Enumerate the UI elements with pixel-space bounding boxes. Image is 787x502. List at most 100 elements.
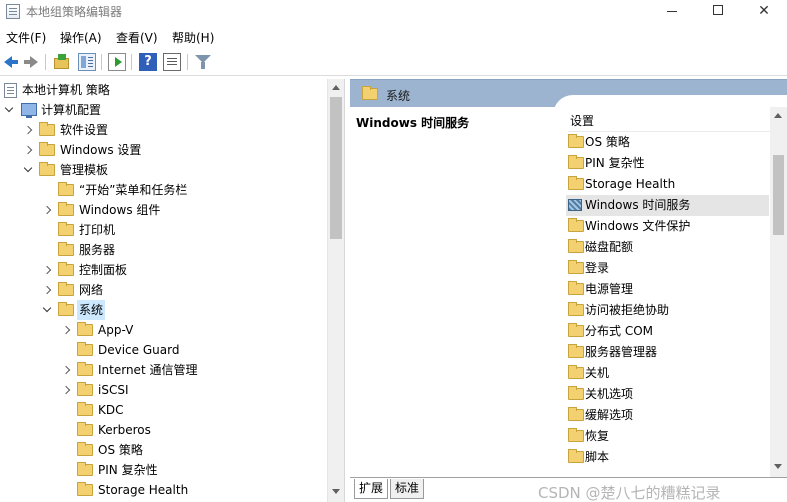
tree-item-label: Storage Health	[98, 483, 189, 497]
folder-icon	[568, 449, 584, 463]
folder-icon	[568, 134, 584, 148]
list-scrollbar-thumb[interactable]	[773, 155, 784, 235]
chevron-down-icon[interactable]	[3, 100, 15, 120]
maximize-button[interactable]	[695, 0, 741, 24]
close-button[interactable]: ✕	[741, 0, 787, 24]
folder-icon	[77, 442, 93, 456]
maximize-icon	[713, 5, 723, 15]
up-folder-icon[interactable]	[53, 53, 71, 71]
list-item-label: Storage Health	[585, 177, 676, 191]
details-body: Windows 时间服务 设置 OS 策略 PIN 复杂性 Storage He…	[350, 107, 787, 477]
show-hide-tree-icon[interactable]	[78, 53, 96, 71]
list-item-shutdown[interactable]: 关机	[566, 363, 769, 384]
settings-column-header[interactable]: 设置	[568, 110, 770, 132]
list-item-mitigation-options[interactable]: 缓解选项	[566, 405, 769, 426]
list-item-pin-complexity[interactable]: PIN 复杂性	[566, 153, 769, 174]
folder-icon	[568, 323, 584, 337]
chevron-right-icon[interactable]	[22, 140, 34, 160]
chevron-right-icon[interactable]	[60, 380, 72, 400]
chevron-right-icon[interactable]	[41, 200, 53, 220]
scroll-up-arrow-icon[interactable]	[774, 113, 782, 118]
scroll-up-arrow-icon[interactable]	[332, 85, 340, 90]
tree-item-label: 网络	[79, 283, 104, 297]
list-item-windows-time-service[interactable]: Windows 时间服务	[566, 195, 769, 216]
menu-action[interactable]: 操作(A)	[60, 29, 102, 46]
list-item-server-manager[interactable]: 服务器管理器	[566, 342, 769, 363]
list-scrollbar[interactable]	[770, 107, 787, 477]
list-item-label: Windows 时间服务	[585, 198, 691, 212]
filter-icon[interactable]	[194, 53, 212, 71]
forward-arrow-icon[interactable]	[22, 53, 40, 71]
folder-icon	[77, 482, 93, 496]
tree-item-label: 软件设置	[60, 123, 109, 137]
list-item-label: 分布式 COM	[585, 324, 653, 338]
scroll-down-arrow-icon[interactable]	[774, 464, 782, 469]
help-icon[interactable]: ?	[139, 53, 157, 71]
menu-bar: 文件(F) 操作(A) 查看(V) 帮助(H)	[0, 26, 787, 48]
list-item-label: 恢复	[585, 429, 610, 443]
details-header-title: 系统	[386, 89, 411, 103]
minimize-button[interactable]	[649, 0, 695, 24]
tab-standard[interactable]: 标准	[390, 479, 425, 499]
folder-icon	[39, 122, 55, 136]
list-item-power-management[interactable]: 电源管理	[566, 279, 769, 300]
folder-icon	[77, 462, 93, 476]
menu-view[interactable]: 查看(V)	[116, 29, 158, 46]
title-bar: 本地组策略编辑器 ✕	[0, 0, 787, 24]
folder-icon	[568, 176, 584, 190]
tree-scrollbar[interactable]	[327, 79, 344, 502]
folder-icon	[568, 407, 584, 421]
chevron-right-icon[interactable]	[41, 280, 53, 300]
list-item-recovery[interactable]: 恢复	[566, 426, 769, 447]
list-item-shutdown-options[interactable]: 关机选项	[566, 384, 769, 405]
tree-item-label: Windows 组件	[79, 203, 161, 217]
folder-icon	[39, 162, 55, 176]
chevron-right-icon[interactable]	[22, 120, 34, 140]
folder-icon	[77, 382, 93, 396]
toolbar-separator	[187, 54, 188, 70]
scroll-down-arrow-icon[interactable]	[332, 489, 340, 494]
list-item-windows-file-protection[interactable]: Windows 文件保护	[566, 216, 769, 237]
export-list-icon[interactable]	[108, 53, 126, 71]
chevron-right-icon[interactable]	[41, 260, 53, 280]
tree-item-label: KDC	[98, 403, 124, 417]
list-item-distributed-com[interactable]: 分布式 COM	[566, 321, 769, 342]
list-item-logon[interactable]: 登录	[566, 258, 769, 279]
tab-extended[interactable]: 扩展	[354, 479, 389, 499]
folder-icon	[568, 155, 584, 169]
list-item-label: 关机	[585, 366, 610, 380]
list-item-label: PIN 复杂性	[585, 156, 645, 170]
list-item-label: 服务器管理器	[585, 345, 658, 359]
list-item-storage-health[interactable]: Storage Health	[566, 174, 769, 195]
tree-item-label: iSCSI	[98, 383, 129, 397]
list-item-access-denied-assist[interactable]: 访问被拒绝协助	[566, 300, 769, 321]
details-pane: 系统 Windows 时间服务 设置 OS 策略 PIN 复杂性 Storage…	[350, 79, 787, 502]
window-title: 本地组策略编辑器	[26, 5, 123, 19]
menu-help[interactable]: 帮助(H)	[172, 29, 214, 46]
gpedit-app-icon	[6, 4, 20, 19]
tree-item-label: 本地计算机 策略	[22, 83, 110, 97]
tree-item-label: Device Guard	[98, 343, 180, 357]
chevron-right-icon[interactable]	[60, 360, 72, 380]
chevron-down-icon[interactable]	[41, 300, 53, 320]
toolbar-separator	[101, 54, 102, 70]
details-header: 系统	[350, 79, 787, 115]
chevron-down-icon[interactable]	[22, 160, 34, 180]
list-item-os-policy[interactable]: OS 策略	[566, 132, 769, 153]
properties-icon[interactable]	[163, 53, 181, 71]
policy-document-icon	[4, 83, 17, 98]
folder-icon	[58, 222, 74, 236]
folder-icon	[58, 302, 74, 316]
folder-icon	[362, 86, 378, 100]
list-item-label: 电源管理	[585, 282, 634, 296]
chevron-right-icon[interactable]	[60, 320, 72, 340]
back-arrow-icon[interactable]	[2, 53, 20, 71]
list-item-disk-quota[interactable]: 磁盘配额	[566, 237, 769, 258]
menu-file[interactable]: 文件(F)	[6, 29, 46, 46]
tree-scrollbar-thumb[interactable]	[330, 97, 342, 239]
list-item-scripts[interactable]: 脚本	[566, 447, 769, 468]
list-item-label: 缓解选项	[585, 408, 634, 422]
folder-icon	[77, 342, 93, 356]
folder-icon	[568, 302, 584, 316]
tree-item-label: “开始”菜单和任务栏	[79, 183, 188, 197]
